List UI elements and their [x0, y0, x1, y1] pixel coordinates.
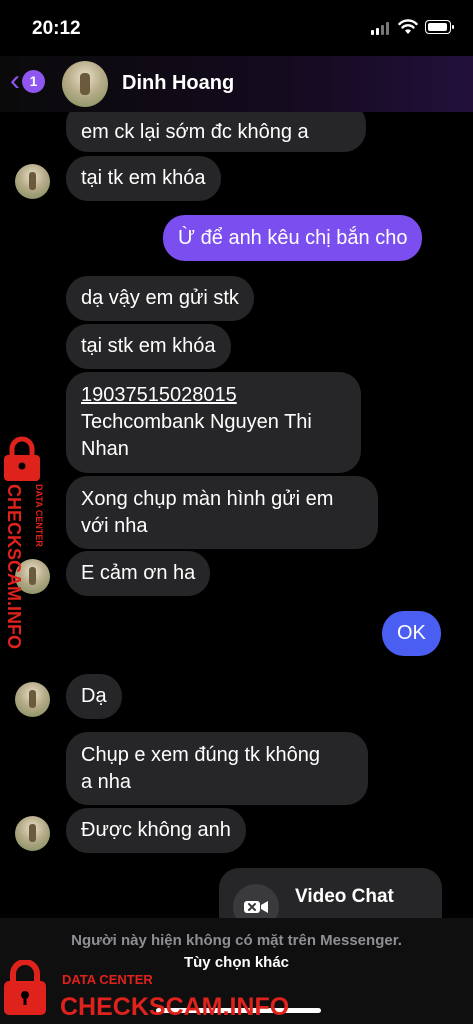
watermark-label: DATA CENTER	[34, 484, 44, 547]
contact-name[interactable]: Dinh Hoang	[122, 72, 234, 95]
message-incoming[interactable]: Dạ	[66, 674, 122, 719]
message-incoming[interactable]: tại tk em khóa	[66, 156, 221, 201]
watermark-label: DATA CENTER	[62, 972, 153, 987]
watermark-brand: CHECKSCAM.INFO	[60, 993, 289, 1021]
account-number-link[interactable]: 19037515028015	[81, 382, 237, 409]
message-incoming[interactable]: dạ vậy em gửi stk	[66, 276, 254, 321]
unread-badge: 1	[22, 69, 45, 93]
watermark-brand: CHECKSCAM.INFO	[4, 484, 24, 649]
status-bar: 20:12	[0, 0, 473, 56]
battery-icon	[425, 20, 454, 34]
unavailable-notice: Người này hiện không có mặt trên Messeng…	[71, 932, 402, 949]
lock-icon	[4, 960, 46, 1015]
watermark-side: DATA CENTER CHECKSCAM.INFO	[4, 436, 44, 649]
message-incoming[interactable]: Được không anh	[66, 808, 246, 853]
video-chat-card[interactable]: Video Chat	[219, 868, 442, 918]
message-incoming[interactable]: Xong chụp màn hình gửi em với nha	[66, 476, 378, 549]
back-button[interactable]: ‹ 1	[10, 66, 45, 96]
message-incoming[interactable]: E cảm ơn ha	[66, 551, 211, 596]
watermark-bottom: DATA CENTER CHECKSCAM.INFO	[4, 960, 289, 1021]
wifi-icon	[398, 19, 418, 34]
video-camera-off-icon	[233, 884, 279, 918]
message-incoming[interactable]: Chụp e xem đúng tk không a nha	[66, 732, 368, 805]
video-chat-title: Video Chat	[295, 886, 394, 907]
chevron-left-icon: ‹	[10, 64, 20, 97]
contact-avatar[interactable]	[62, 61, 108, 107]
message-outgoing[interactable]: Ừ để anh kêu chị bắn cho	[163, 215, 423, 261]
message-list[interactable]: em ck lại sớm đc không a tại tk em khóa …	[0, 112, 473, 918]
contact-avatar-small[interactable]	[15, 816, 50, 851]
message-incoming[interactable]: 19037515028015 Techcombank Nguyen Thi Nh…	[66, 372, 361, 473]
conversation-header: ‹ 1 Dinh Hoang	[0, 56, 473, 112]
message-incoming[interactable]: em ck lại sớm đc không a	[66, 112, 366, 152]
message-incoming[interactable]: tại stk em khóa	[66, 324, 231, 369]
message-outgoing[interactable]: OK	[382, 611, 441, 656]
lock-icon	[4, 436, 40, 481]
contact-avatar-small[interactable]	[15, 164, 50, 199]
status-time: 20:12	[32, 18, 81, 39]
contact-avatar-small[interactable]	[15, 682, 50, 717]
cellular-signal-icon	[371, 22, 389, 35]
